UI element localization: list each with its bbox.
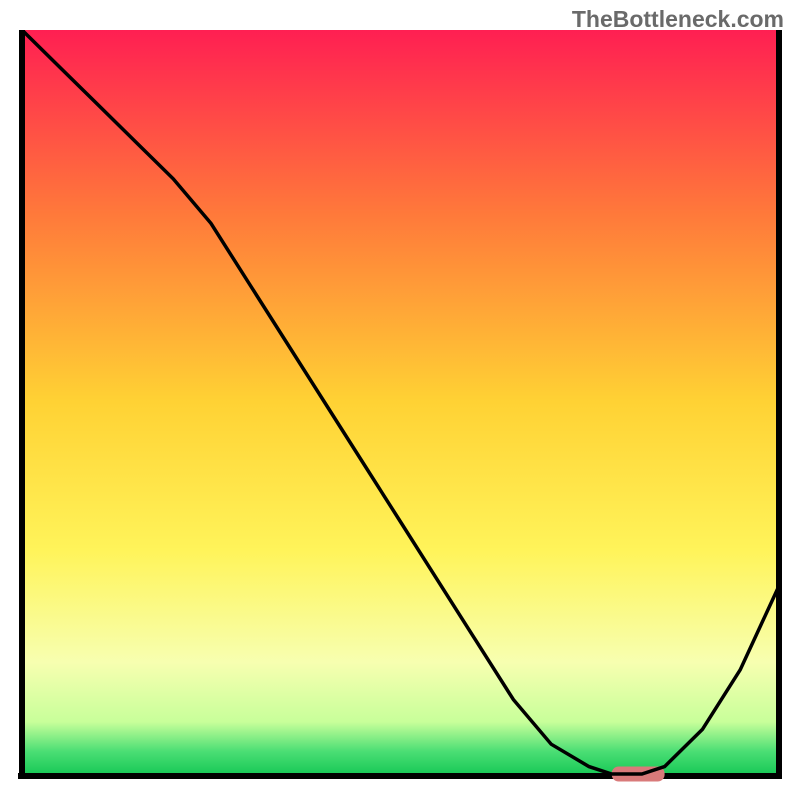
watermark-text: TheBottleneck.com [572,6,784,33]
chart-area [18,30,782,782]
chart-svg [18,30,782,782]
